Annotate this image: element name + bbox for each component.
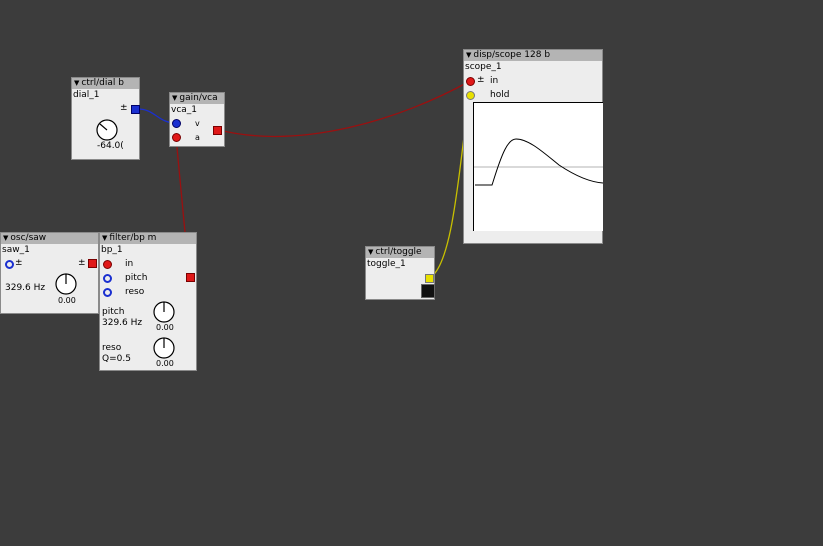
reso-param-label: reso: [102, 343, 122, 353]
reso-dial-value: 0.00: [156, 359, 174, 368]
outlet-o[interactable]: [425, 274, 434, 283]
object-type: disp/scope 128 b: [473, 50, 551, 60]
instance-name: scope_1: [465, 62, 502, 72]
outlet-o[interactable]: [213, 126, 222, 135]
object-type: filter/bp m: [109, 233, 157, 243]
collapse-triangle-icon[interactable]: ▼: [466, 51, 471, 59]
reso-dial[interactable]: [152, 336, 176, 360]
object-type: ctrl/toggle: [375, 247, 422, 257]
scope-waveform: [474, 138, 604, 186]
bipolar-label-left: ±: [15, 258, 23, 268]
filter-object[interactable]: ▼ filter/bp m bp_1 in pitch reso pitch 32…: [99, 232, 197, 371]
inlet-in-label: in: [490, 76, 499, 86]
dial-object-header[interactable]: ▼ ctrl/dial b: [72, 78, 139, 89]
inlet-v-label: v: [195, 119, 200, 128]
inlet-a[interactable]: [172, 133, 181, 142]
object-type: gain/vca: [179, 93, 218, 103]
instance-name: toggle_1: [367, 259, 406, 269]
dial-object[interactable]: ▼ ctrl/dial b dial_1 ± -64.0(: [71, 77, 140, 160]
object-type: ctrl/dial b: [81, 78, 124, 88]
wire-vca-to-scope-in[interactable]: [218, 80, 471, 137]
scope-object-header[interactable]: ▼ disp/scope 128 b: [464, 50, 602, 61]
saw-object-header[interactable]: ▼ osc/saw: [1, 233, 98, 244]
pitch-dial-value: 0.00: [58, 296, 76, 305]
outlet-wave[interactable]: [88, 259, 97, 268]
toggle-object[interactable]: ▼ ctrl/toggle toggle_1: [365, 246, 435, 300]
frequency-readout: 329.6 Hz: [5, 283, 46, 293]
object-type: osc/saw: [10, 233, 47, 243]
scope-display: [473, 102, 604, 231]
inlet-v[interactable]: [172, 119, 181, 128]
inlet-in-label: in: [125, 259, 134, 269]
inlet-hold-label: hold: [490, 90, 510, 100]
dial-value: -64.0(: [97, 141, 124, 151]
collapse-triangle-icon[interactable]: ▼: [102, 234, 107, 242]
instance-name: vca_1: [171, 105, 198, 115]
pitch-param-value: 329.6 Hz: [102, 318, 143, 328]
inlet-pitch[interactable]: [5, 260, 14, 269]
instance-name: dial_1: [73, 90, 100, 100]
inlet-reso[interactable]: [103, 288, 112, 297]
bipolar-label: ±: [477, 75, 485, 85]
scope-object[interactable]: ▼ disp/scope 128 b scope_1 ± in hold: [463, 49, 604, 244]
toggle-object-header[interactable]: ▼ ctrl/toggle: [366, 247, 434, 258]
pitch-dial[interactable]: [152, 300, 176, 324]
instance-name: bp_1: [101, 245, 123, 255]
pitch-dial-value: 0.00: [156, 323, 174, 332]
filter-object-header[interactable]: ▼ filter/bp m: [100, 233, 196, 244]
toggle-button[interactable]: [421, 284, 435, 298]
inlet-a-label: a: [195, 133, 200, 142]
collapse-triangle-icon[interactable]: ▼: [172, 94, 177, 102]
bipolar-label-right: ±: [78, 258, 86, 268]
inlet-hold[interactable]: [466, 91, 475, 100]
inlet-pitch-label: pitch: [125, 273, 148, 283]
pitch-dial[interactable]: [54, 272, 78, 296]
collapse-triangle-icon[interactable]: ▼: [74, 79, 79, 87]
bipolar-label: ±: [120, 103, 128, 113]
outlet-out[interactable]: [131, 105, 140, 114]
pitch-param-label: pitch: [102, 307, 125, 317]
inlet-in[interactable]: [466, 77, 475, 86]
vca-object-header[interactable]: ▼ gain/vca: [170, 93, 224, 104]
inlet-reso-label: reso: [125, 287, 145, 297]
reso-param-value: Q=0.5: [102, 354, 131, 364]
inlet-in[interactable]: [103, 260, 112, 269]
inlet-pitch[interactable]: [103, 274, 112, 283]
outlet-out[interactable]: [186, 273, 195, 282]
collapse-triangle-icon[interactable]: ▼: [3, 234, 8, 242]
instance-name: saw_1: [2, 245, 30, 255]
vca-object[interactable]: ▼ gain/vca vca_1 v a: [169, 92, 225, 147]
dial-knob[interactable]: [95, 118, 119, 142]
saw-object[interactable]: ▼ osc/saw saw_1 ± ± 329.6 Hz 0.00: [0, 232, 99, 314]
collapse-triangle-icon[interactable]: ▼: [368, 248, 373, 256]
